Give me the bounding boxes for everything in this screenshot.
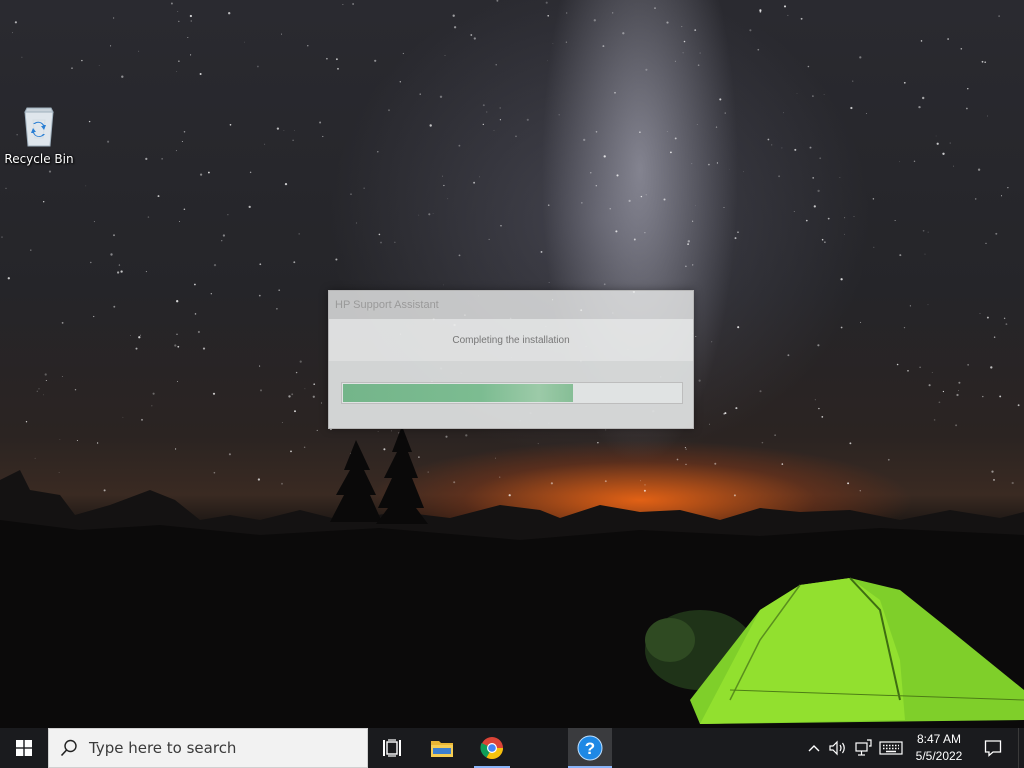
search-icon (49, 739, 89, 757)
keyboard-icon (879, 741, 903, 755)
taskbar: Type here to search ? 8:47 AM 5/5/2022 (0, 728, 1024, 768)
volume-icon (829, 740, 845, 756)
file-explorer-button[interactable] (420, 728, 464, 768)
installation-progress-bar (341, 382, 683, 404)
chevron-up-icon (808, 745, 820, 752)
desktop-icon-recycle-bin[interactable]: Recycle Bin (4, 104, 74, 166)
clock-time: 8:47 AM (916, 732, 962, 746)
network-icon (855, 739, 872, 756)
start-button[interactable] (0, 728, 48, 768)
network-button[interactable] (852, 728, 876, 768)
show-desktop-button[interactable] (1018, 728, 1024, 768)
volume-button[interactable] (826, 728, 850, 768)
folder-icon (431, 741, 453, 757)
installer-dialog[interactable]: HP Support Assistant Completing the inst… (328, 290, 694, 429)
dialog-title: HP Support Assistant (335, 299, 439, 311)
chrome-icon (480, 737, 503, 759)
clock-date: 5/5/2022 (915, 749, 963, 763)
search-placeholder: Type here to search (89, 739, 237, 757)
task-view-icon (383, 739, 401, 757)
task-view-button[interactable] (370, 728, 414, 768)
help-icon: ? (577, 735, 603, 761)
installation-status-text: Completing the installation (452, 335, 570, 346)
recycle-bin-icon (24, 107, 54, 147)
show-hidden-icons-button[interactable] (804, 728, 824, 768)
touch-keyboard-button[interactable] (876, 728, 906, 768)
taskbar-search-box[interactable]: Type here to search (48, 728, 368, 768)
notification-icon (984, 740, 1002, 757)
windows-logo-icon (16, 740, 32, 756)
action-center-button[interactable] (978, 728, 1008, 768)
dialog-body: Completing the installation (329, 319, 693, 361)
progress-bar-fill (343, 384, 573, 402)
help-app-button[interactable]: ? (568, 728, 612, 768)
recycle-bin-label: Recycle Bin (4, 152, 74, 166)
desktop-background: Recycle Bin HP Support Assistant Complet… (0, 0, 1024, 728)
dialog-footer (329, 361, 693, 428)
chrome-button[interactable] (470, 728, 514, 768)
taskbar-clock[interactable]: 8:47 AM 5/5/2022 (910, 728, 968, 768)
svg-text:?: ? (585, 739, 595, 758)
